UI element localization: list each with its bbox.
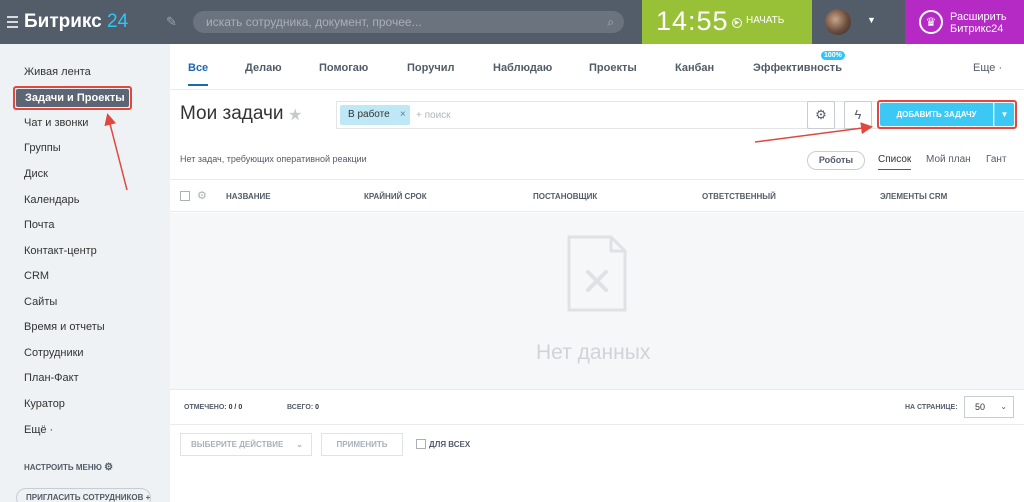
sidebar-item-employees[interactable]: Сотрудники [24, 347, 84, 359]
view-my-plan[interactable]: Мой план [926, 154, 971, 165]
lightning-icon: ϟ [854, 107, 862, 122]
menu-icon[interactable] [7, 16, 18, 28]
per-page-select[interactable]: 50 ⌄ [964, 396, 1014, 418]
for-all-label: ДЛЯ ВСЕХ [429, 440, 471, 449]
upgrade-line2: Битрикс24 [950, 23, 1004, 35]
add-task-highlight: ДОБАВИТЬ ЗАДАЧУ ▼ [877, 100, 1017, 129]
clock-time: 14:55 [656, 6, 729, 36]
efficiency-badge: 100% [821, 51, 845, 60]
apply-button[interactable]: ПРИМЕНИТЬ [321, 433, 403, 456]
search-placeholder: искать сотрудника, документ, прочее... [206, 15, 422, 29]
avatar[interactable] [825, 9, 851, 35]
automation-button[interactable]: ϟ [844, 101, 872, 129]
tab-doing[interactable]: Делаю [245, 62, 282, 74]
select-all-checkbox[interactable] [180, 191, 190, 201]
start-day-button[interactable]: ▶ НАЧАТЬ [732, 15, 784, 28]
settings-button[interactable]: ⚙ [807, 101, 835, 129]
gear-icon[interactable]: ⚙ [197, 189, 207, 202]
column-creator[interactable]: ПОСТАНОВЩИК [533, 192, 597, 201]
chevron-down-icon: ▼ [1000, 110, 1009, 119]
tab-assigned[interactable]: Поручил [407, 62, 454, 74]
sidebar-item-plan-fact[interactable]: План-Факт [24, 372, 79, 384]
sidebar-item-sites[interactable]: Сайты [24, 296, 57, 308]
column-crm[interactable]: ЭЛЕМЕНТЫ CRM [880, 192, 947, 201]
search-icon[interactable]: ⌕ [607, 11, 614, 33]
sidebar-item-calendar[interactable]: Календарь [24, 194, 80, 206]
for-all-checkbox[interactable] [416, 439, 426, 449]
logo[interactable]: Битрикс 24 [24, 11, 128, 33]
no-data-text: Нет данных [536, 341, 651, 364]
robots-button[interactable]: Роботы [807, 151, 865, 170]
upgrade-line1: Расширить [950, 11, 1007, 23]
close-icon[interactable]: × [400, 105, 406, 125]
chevron-down-icon[interactable]: ▼ [867, 15, 876, 25]
grid-footer: ОТМЕЧЕНО: 0 / 0 ВСЕГО: 0 НА СТРАНИЦЕ: 50… [170, 389, 1024, 425]
column-title[interactable]: НАЗВАНИЕ [226, 192, 271, 201]
tab-more[interactable]: Еще · [973, 62, 1002, 74]
page-title: Мои задачи [180, 103, 284, 124]
sidebar-item-more[interactable]: Ещё · [24, 424, 53, 436]
add-task-button[interactable]: ДОБАВИТЬ ЗАДАЧУ [880, 103, 993, 126]
upgrade-button[interactable]: ♛ Расширить Битрикс24 [905, 0, 1024, 44]
column-deadline[interactable]: КРАЙНИЙ СРОК [364, 192, 427, 201]
sidebar-item-disk[interactable]: Диск [24, 168, 48, 180]
main-panel: Все Делаю Помогаю Поручил Наблюдаю Проек… [170, 44, 1024, 502]
global-search-input[interactable]: искать сотрудника, документ, прочее... ⌕ [193, 11, 624, 33]
action-select[interactable]: ВЫБЕРИТЕ ДЕЙСТВИЕ ⌄ [180, 433, 312, 456]
sidebar-item-crm[interactable]: CRM [24, 270, 49, 282]
no-urgent-tasks-text: Нет задач, требующих оперативной реакции [180, 154, 367, 164]
sidebar-item-chat[interactable]: Чат и звонки [24, 117, 88, 129]
filter-placeholder: + поиск [416, 110, 451, 121]
tab-watching[interactable]: Наблюдаю [493, 62, 552, 74]
play-icon: ▶ [732, 18, 742, 28]
tab-all[interactable]: Все [188, 62, 209, 86]
invite-button[interactable]: ПРИГЛАСИТЬ СОТРУДНИКОВ + [16, 488, 151, 502]
user-menu[interactable]: ▼ [812, 0, 905, 44]
plus-icon: + [145, 493, 151, 502]
sidebar-item-contact-center[interactable]: Контакт-центр [24, 245, 97, 257]
sidebar-item-mail[interactable]: Почта [24, 219, 55, 231]
chevron-down-icon: ⌄ [1000, 402, 1007, 411]
star-icon[interactable]: ★ [288, 105, 302, 125]
tab-kanban[interactable]: Канбан [675, 62, 714, 74]
sidebar-item-groups[interactable]: Группы [24, 142, 61, 154]
grid-header: ⚙ НАЗВАНИЕ КРАЙНИЙ СРОК ПОСТАНОВЩИК ОТВЕ… [170, 179, 1024, 212]
top-bar: Битрикс 24 ✎ искать сотрудника, документ… [0, 0, 1024, 44]
filter-chip[interactable]: В работе × [340, 105, 410, 125]
sidebar-item-feed[interactable]: Живая лента [24, 66, 91, 78]
marked-count: ОТМЕЧЕНО: 0 / 0 [184, 404, 243, 411]
tab-efficiency[interactable]: Эффективность [753, 62, 842, 74]
sidebar-item-tasks[interactable]: Задачи и Проекты [13, 86, 132, 110]
configure-menu-button[interactable]: НАСТРОИТЬ МЕНЮ ⚙ [24, 462, 113, 473]
chevron-down-icon: ⌄ [296, 440, 303, 449]
sidebar-item-time-reports[interactable]: Время и отчеты [24, 321, 105, 333]
per-page-label: НА СТРАНИЦЕ: [905, 404, 958, 411]
column-responsible[interactable]: ОТВЕТСТВЕННЫЙ [702, 192, 776, 201]
sidebar-item-curator[interactable]: Куратор [24, 398, 65, 410]
crown-icon: ♛ [919, 10, 943, 34]
gear-icon: ⚙ [815, 107, 827, 122]
workday-clock[interactable]: 14:55 ▶ НАЧАТЬ [642, 0, 812, 44]
add-task-dropdown[interactable]: ▼ [994, 103, 1014, 126]
empty-document-icon [567, 235, 627, 312]
view-gantt[interactable]: Гант [986, 154, 1007, 165]
sidebar: Живая лента Задачи и Проекты Чат и звонк… [0, 44, 170, 502]
gear-icon: ⚙ [104, 462, 114, 473]
pencil-icon[interactable]: ✎ [166, 14, 177, 30]
total-count: ВСЕГО: 0 [287, 404, 320, 411]
empty-state: Нет данных [170, 213, 1024, 389]
tab-helping[interactable]: Помогаю [319, 62, 368, 74]
view-list[interactable]: Список [878, 154, 912, 170]
tabs-bar: Все Делаю Помогаю Поручил Наблюдаю Проек… [170, 44, 1024, 90]
tab-projects[interactable]: Проекты [589, 62, 637, 74]
